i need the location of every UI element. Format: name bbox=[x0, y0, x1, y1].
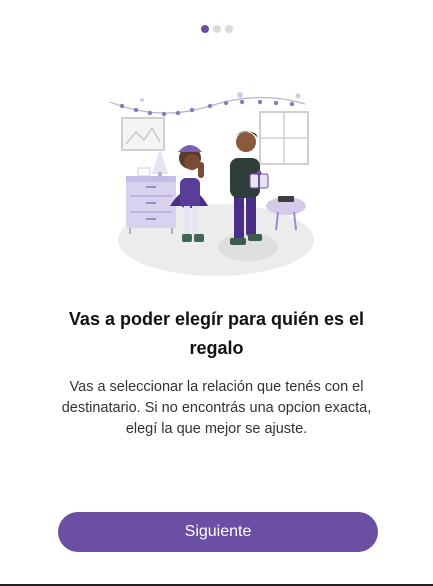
next-button[interactable]: Siguiente bbox=[58, 512, 378, 552]
onboarding-screen: Vas a poder elegír para quién es el rega… bbox=[0, 0, 433, 586]
page-description: Vas a seleccionar la relación que tenés … bbox=[61, 379, 372, 437]
gift-exchange-illustration bbox=[109, 92, 314, 276]
page-title: Vas a poder elegír para quién es el rega… bbox=[68, 309, 365, 358]
page-dot-active bbox=[200, 25, 209, 33]
page-dot bbox=[224, 25, 233, 33]
page-dot bbox=[212, 25, 221, 33]
page-indicator bbox=[0, 25, 433, 33]
